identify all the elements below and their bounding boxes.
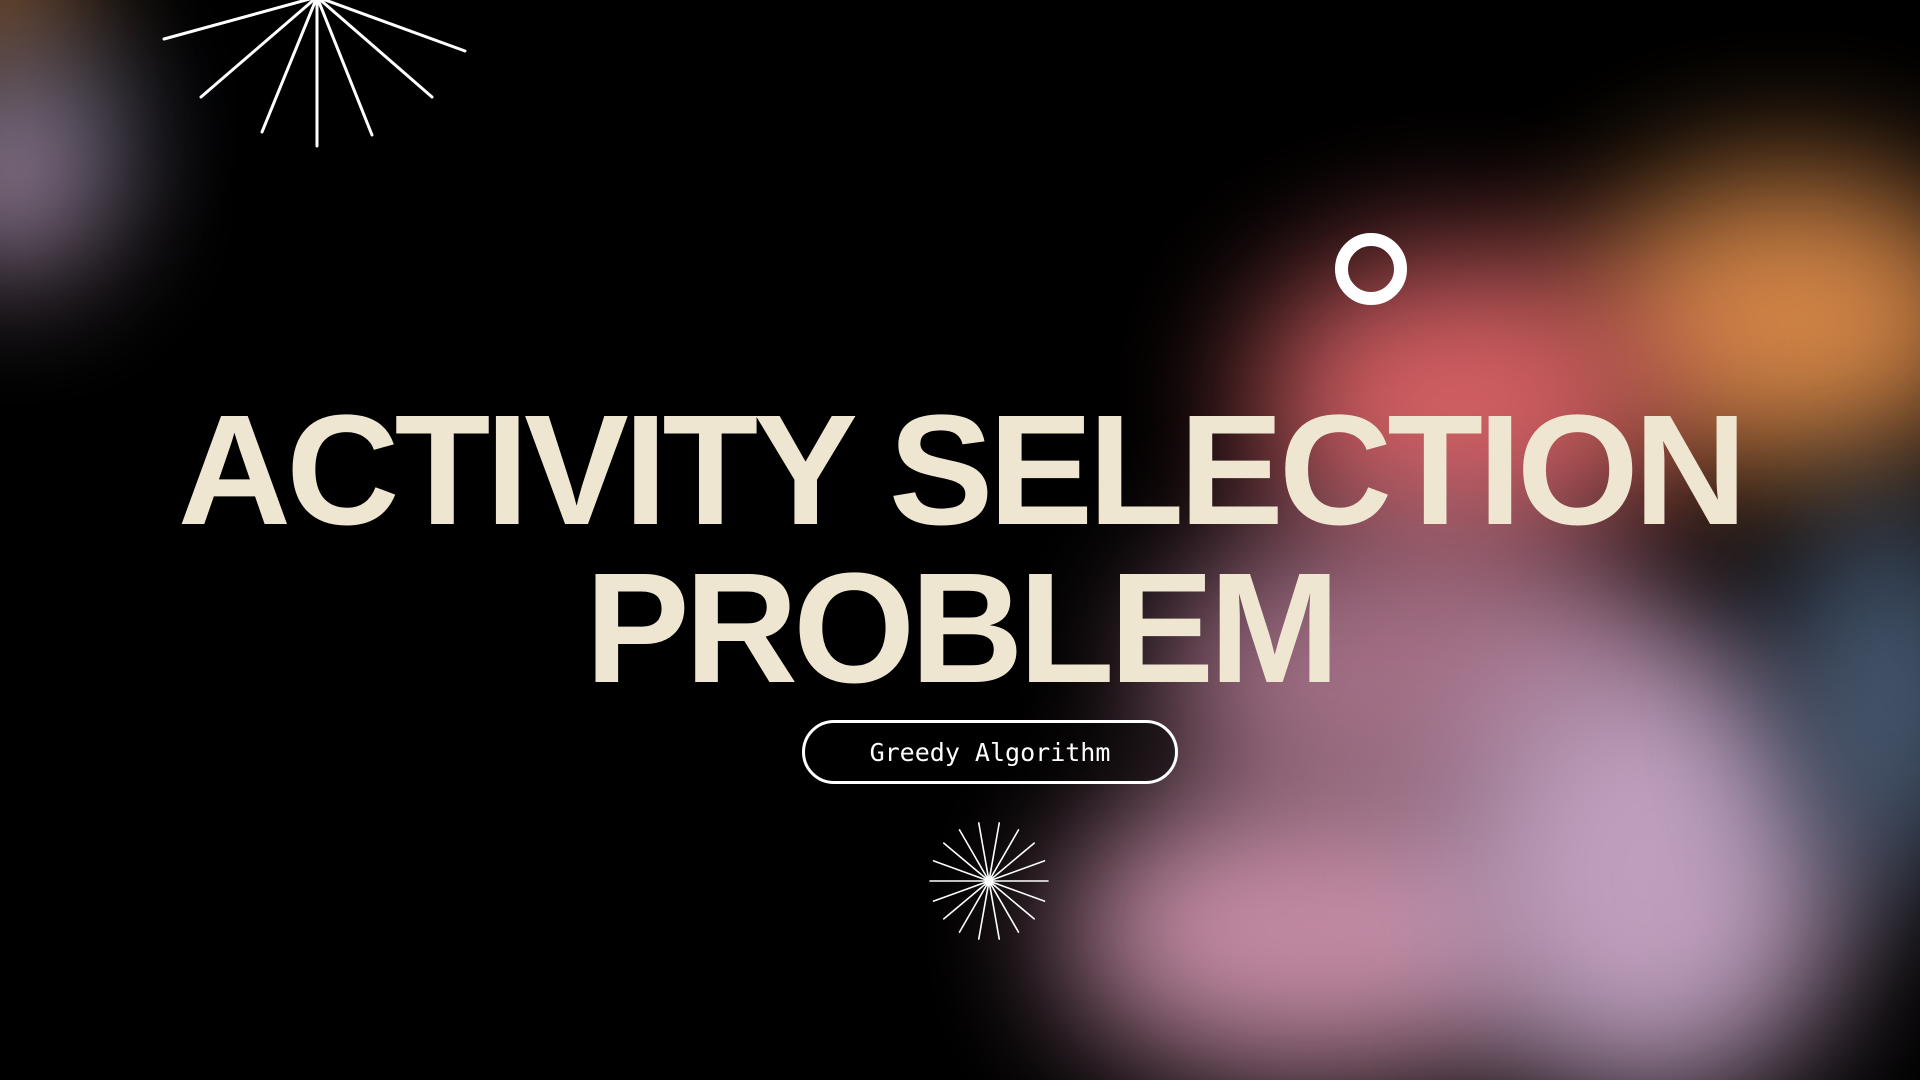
gradient-blob-corner-blue [0, 50, 120, 170]
gradient-blob-corner-lavender [0, 90, 100, 270]
slide-title: ACTIVITY SELECTION PROBLEM [0, 392, 1920, 708]
title-line-1: ACTIVITY SELECTION [177, 383, 1747, 558]
gradient-blob-corner-orange [0, 0, 70, 60]
title-slide: ACTIVITY SELECTION PROBLEM Greedy Algori… [0, 0, 1920, 1080]
gradient-blob-pink [1060, 780, 1560, 1080]
subtitle-pill: Greedy Algorithm [802, 720, 1178, 784]
starburst-icon [162, 0, 467, 148]
title-line-2: PROBLEM [585, 541, 1340, 716]
starburst-icon [929, 822, 1049, 940]
ring-icon [1335, 233, 1407, 305]
